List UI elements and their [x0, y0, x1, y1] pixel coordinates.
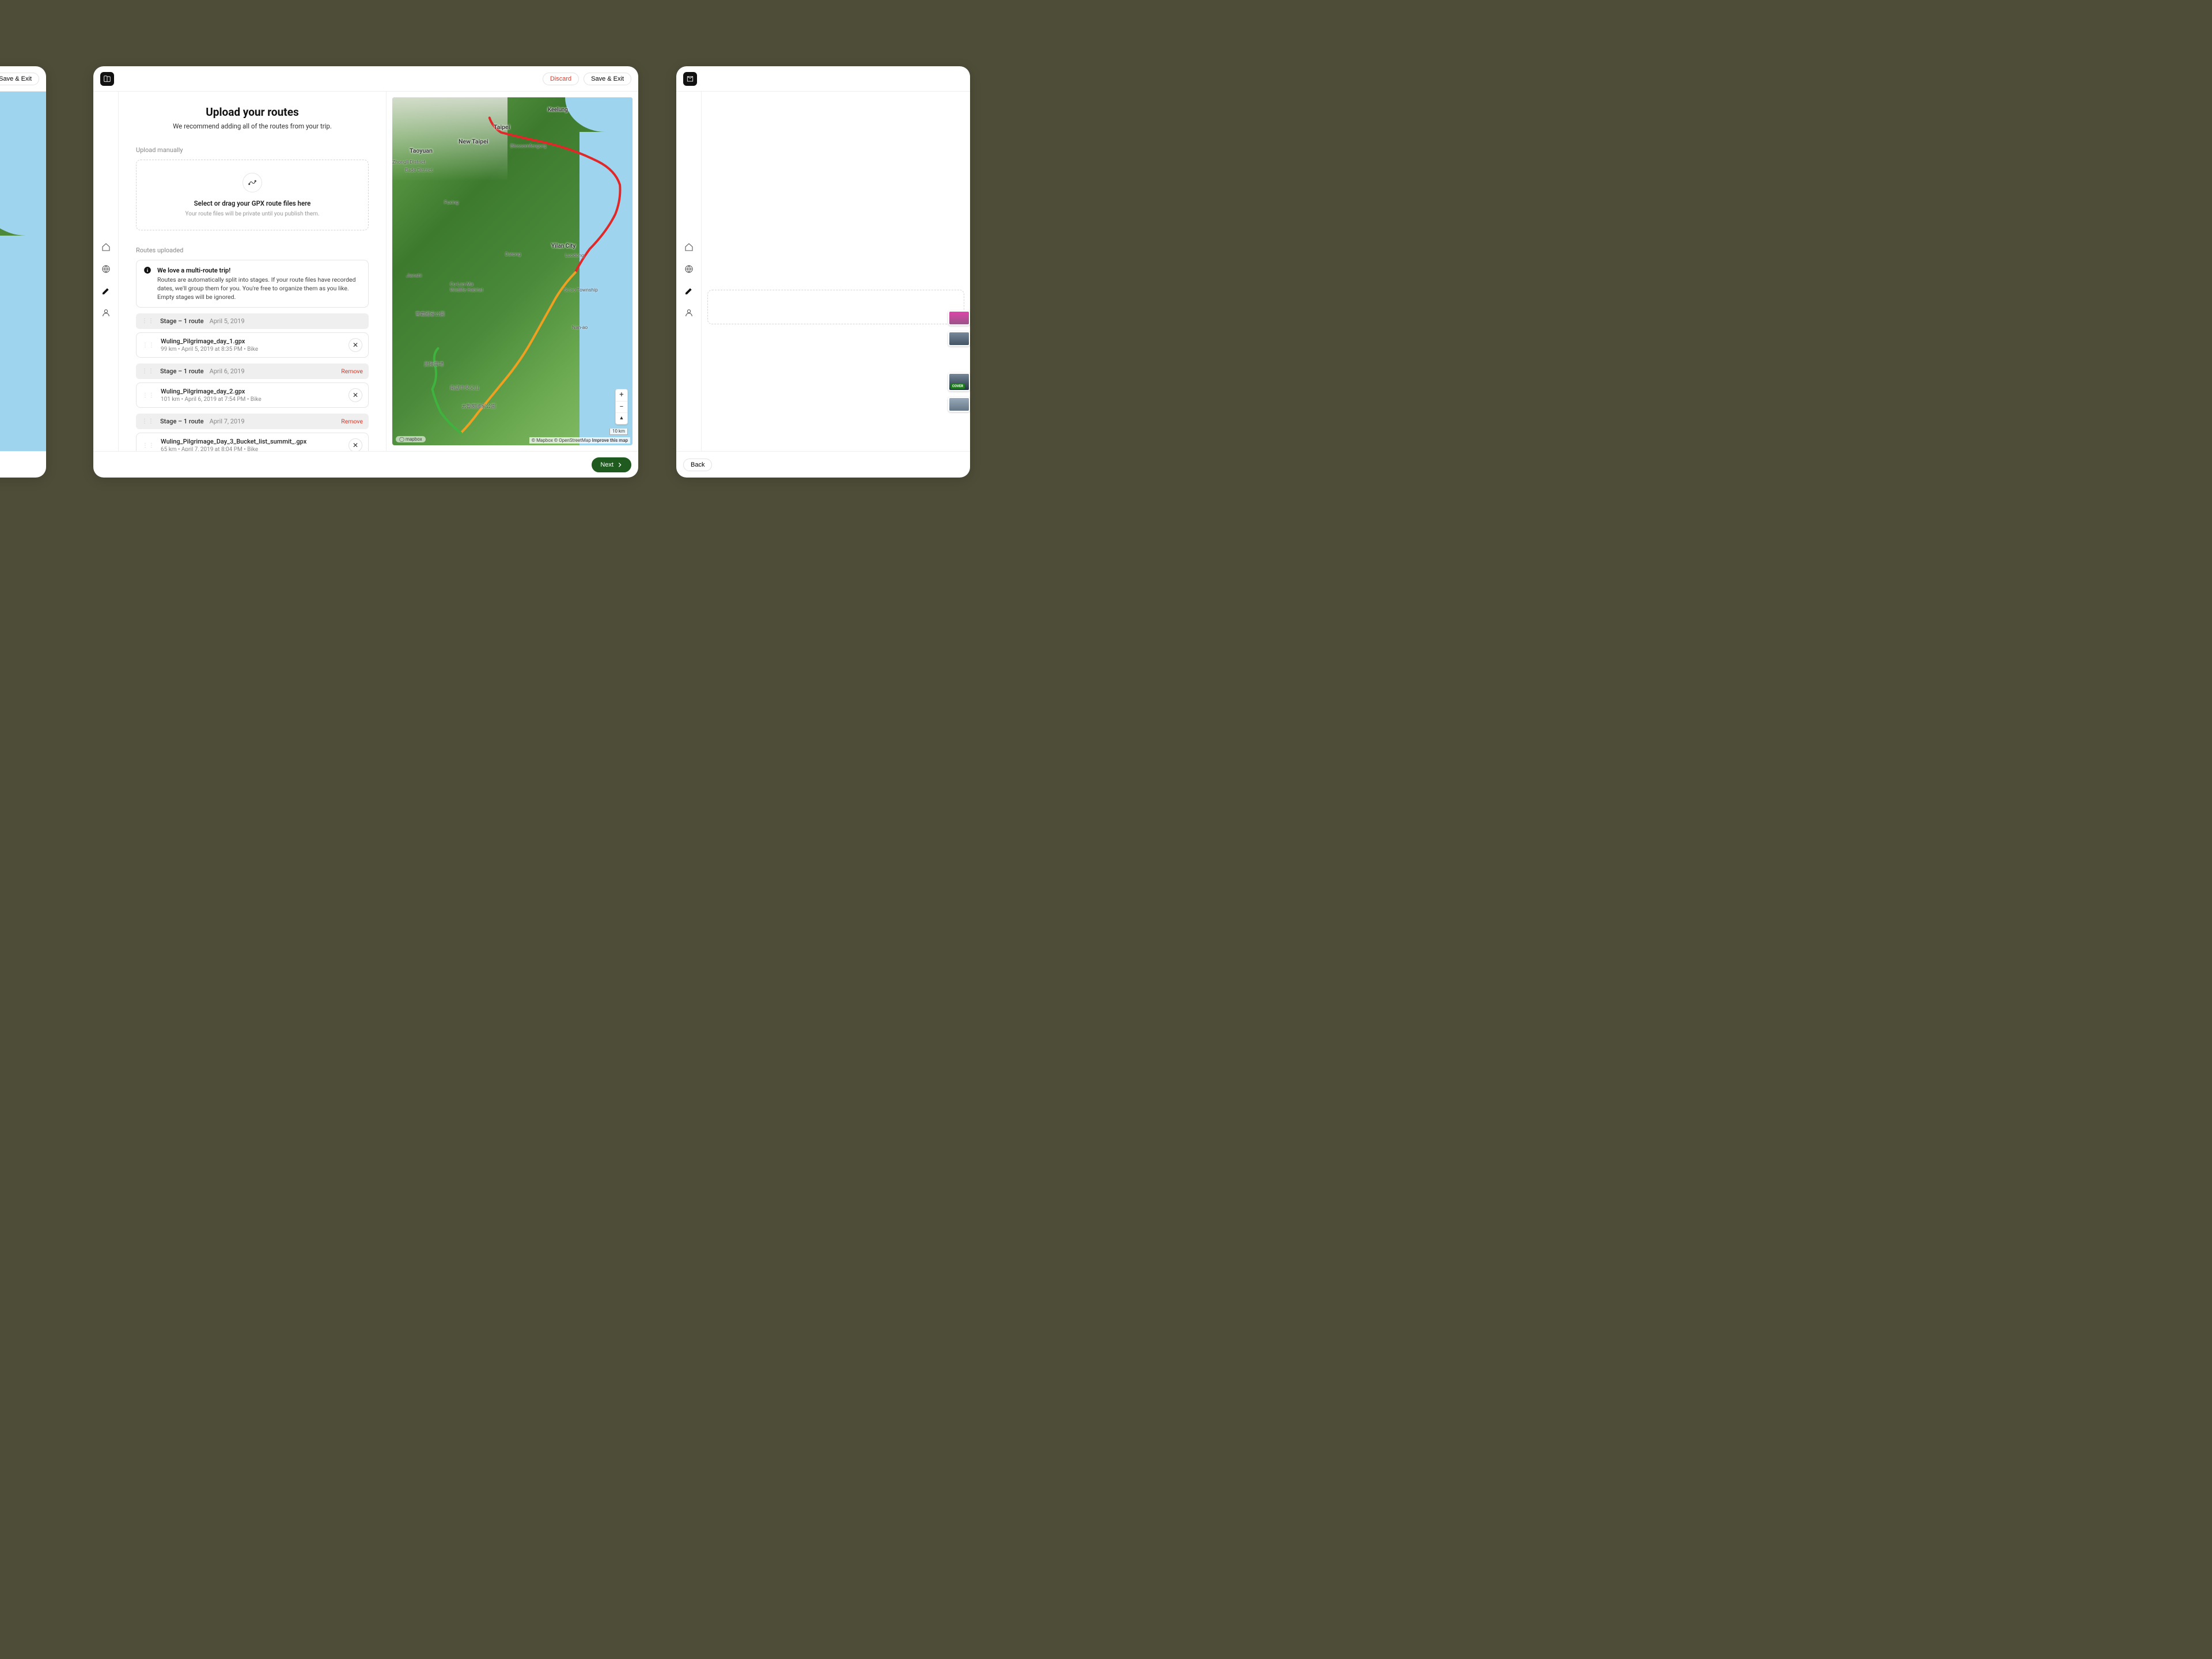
stage-header[interactable]: ⋮⋮ Stage – 1 route April 7, 2019 Remove	[136, 414, 369, 429]
label-nanao: Nan-ao	[572, 325, 588, 331]
city-taoyuan: Taoyuan	[410, 147, 433, 154]
drag-handle-icon[interactable]: ⋮⋮	[142, 418, 154, 425]
route-icon	[243, 173, 262, 192]
save-exit-button[interactable]: Save & Exit	[0, 73, 39, 85]
drag-handle-icon[interactable]: ⋮⋮	[142, 318, 154, 324]
discard-button[interactable]: Discard	[543, 73, 579, 85]
nav-home-icon[interactable]	[100, 241, 112, 253]
gpx-dropzone[interactable]: Select or drag your GPX route files here…	[136, 160, 369, 230]
cover-badge: COVER	[950, 384, 965, 389]
city-taipei: Taipei	[494, 123, 510, 131]
label-wuling: 武陵農場	[424, 361, 444, 368]
map-scale: 10 km	[609, 429, 628, 435]
stage-date: April 7, 2019	[210, 418, 245, 425]
route-row[interactable]: ⋮⋮ Wuling_Pilgrimage_day_1.gpx 99 km • A…	[136, 332, 369, 358]
drag-handle-icon[interactable]: ⋮⋮	[142, 342, 155, 349]
compass-button[interactable]: ▲	[616, 412, 627, 424]
app-logo	[100, 72, 114, 86]
nav-profile-icon[interactable]	[683, 307, 695, 319]
remove-route-button[interactable]: ✕	[349, 438, 362, 451]
mapbox-logo: ◯ mapbox	[396, 436, 426, 442]
label-nanhu: 南湖中央尖山	[450, 384, 479, 391]
upload-routes-card: Discard Save & Exit Upload your routes W…	[93, 66, 638, 478]
route-filename: Wuling_Pilgrimage_Day_3_Bucket_list_summ…	[161, 438, 306, 445]
label-taroko: 太魯閣國家公園	[461, 403, 496, 410]
label-datong: Datong	[505, 252, 521, 257]
info-icon: i	[143, 266, 151, 301]
page-subtitle: We recommend adding all of the routes fr…	[136, 122, 369, 130]
route-meta: 101 km • April 6, 2019 at 7:54 PM • Bike	[161, 396, 262, 403]
route-filename: Wuling_Pilgrimage_day_2.gpx	[161, 388, 262, 395]
dropzone-title: Select or drag your GPX route files here	[143, 199, 361, 207]
remove-stage-button[interactable]: Remove	[341, 368, 363, 375]
label-jianshi: Jianshi	[406, 273, 422, 279]
back-button[interactable]: Back	[683, 459, 712, 471]
label-zhongli: Zhongli District	[392, 160, 425, 165]
nav-globe-icon[interactable]	[100, 263, 112, 275]
sidebar	[93, 92, 119, 451]
label-luodong: Luodong	[565, 253, 584, 259]
city-yilan: Yilan City	[551, 243, 575, 249]
zoom-out-button[interactable]: −	[616, 401, 627, 412]
remove-route-button[interactable]: ✕	[349, 388, 362, 402]
routes-section-label: Routes uploaded	[136, 247, 369, 254]
route-row[interactable]: ⋮⋮ Wuling_Pilgrimage_day_2.gpx 101 km • …	[136, 382, 369, 408]
stage-header[interactable]: ⋮⋮ Stage – 1 route April 6, 2019 Remove	[136, 363, 369, 379]
multi-route-info: i We love a multi-route trip! Routes are…	[136, 260, 369, 308]
nav-home-icon[interactable]	[683, 241, 695, 253]
stage-date: April 6, 2019	[210, 368, 245, 375]
improve-map-link[interactable]: Improve this map	[592, 438, 628, 443]
route-meta: 99 km • April 5, 2019 at 8:35 PM • Bike	[161, 346, 258, 353]
next-step-card: COVER Back	[676, 66, 970, 478]
stage-title: Stage – 1 route	[160, 368, 204, 375]
dropzone-hint: Your route files will be private until y…	[143, 211, 361, 217]
route-meta: 65 km • April 7, 2019 at 8:04 PM • Bike	[161, 446, 306, 451]
route-row[interactable]: ⋮⋮ Wuling_Pilgrimage_Day_3_Bucket_list_s…	[136, 433, 369, 451]
zoom-in-button[interactable]: +	[616, 389, 627, 401]
upload-section-label: Upload manually	[136, 146, 369, 154]
label-fuxing: Fuxing	[444, 200, 459, 206]
city-newtaipei: New Taipei	[459, 138, 488, 145]
stage-title: Stage – 1 route	[160, 418, 204, 425]
remove-route-button[interactable]: ✕	[349, 338, 362, 352]
prev-step-card: Disrd Save & Exit + − ▲ 10 km Improve th…	[0, 66, 46, 478]
route-filename: Wuling_Pilgrimage_day_1.gpx	[161, 338, 258, 345]
app-logo	[683, 72, 697, 86]
map-preview: + − ▲ 10 km Improve this map	[0, 92, 46, 451]
nav-profile-icon[interactable]	[100, 307, 112, 319]
drag-handle-icon[interactable]: ⋮⋮	[142, 392, 155, 399]
remove-stage-button[interactable]: Remove	[341, 418, 363, 425]
route-map[interactable]: Taipei New Taipei Taoyuan Keelung Yilan …	[392, 97, 632, 445]
nav-edit-icon[interactable]	[683, 285, 695, 297]
page-title: Upload your routes	[136, 105, 369, 119]
label-blossom: Blossomfengorg	[510, 143, 547, 149]
nav-edit-icon[interactable]	[100, 285, 112, 297]
stage-header[interactable]: ⋮⋮ Stage – 1 route April 5, 2019	[136, 313, 369, 329]
label-bade: Bade District	[405, 168, 433, 173]
save-exit-button[interactable]: Save & Exit	[584, 73, 631, 85]
stage-title: Stage – 1 route	[160, 317, 204, 325]
info-title: We love a multi-route trip!	[157, 266, 361, 275]
label-wildlife: Cu-Lan Ma Wildlife Habitat	[450, 282, 484, 293]
label-shei: 雪霸國家公園	[415, 310, 445, 317]
drag-handle-icon[interactable]: ⋮⋮	[142, 442, 155, 449]
nav-globe-icon[interactable]	[683, 263, 695, 275]
drag-handle-icon[interactable]: ⋮⋮	[142, 368, 154, 374]
city-keelung: Keelung	[548, 107, 568, 113]
label-suao: Su'ao Township	[564, 287, 598, 293]
next-button[interactable]: Next	[592, 457, 631, 472]
info-body: Routes are automatically split into stag…	[157, 276, 361, 301]
map-attribution: © Mapbox © OpenStreetMap Improve this ma…	[529, 437, 630, 444]
stage-date: April 5, 2019	[210, 317, 245, 325]
